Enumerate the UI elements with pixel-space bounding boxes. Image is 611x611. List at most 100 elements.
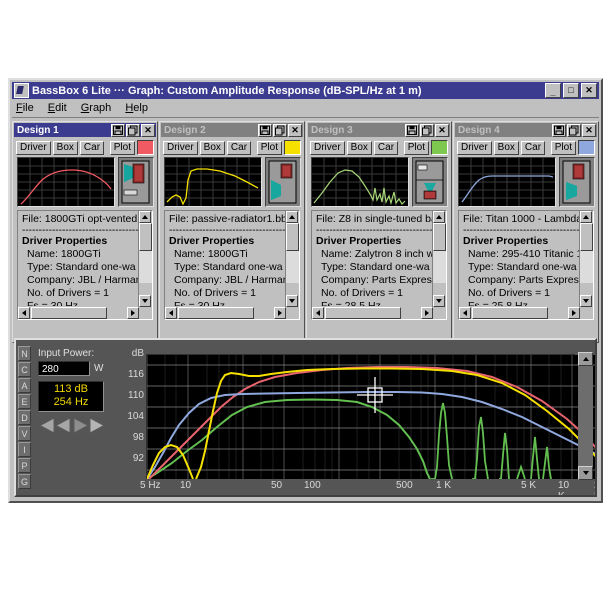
h-scroll-thumb[interactable] (31, 307, 107, 319)
save-button[interactable] (111, 123, 125, 137)
scroll-thumb[interactable] (433, 223, 446, 251)
h-scroll-thumb[interactable] (325, 307, 401, 319)
driver-button[interactable]: Driver (163, 140, 198, 155)
enclosure-icon-2[interactable] (265, 157, 301, 207)
menu-item-graph[interactable]: Graph (81, 102, 112, 114)
close-design-button[interactable]: ✕ (582, 123, 596, 137)
graph-scroll-track[interactable] (578, 366, 593, 466)
h-scroll-thumb[interactable] (472, 307, 548, 319)
scroll-thumb[interactable] (139, 223, 152, 251)
design-window-2[interactable]: Design 2 ✕ Driver Box Car Plot File: pas… (159, 121, 305, 343)
scroll-left-button[interactable] (18, 307, 30, 319)
scroll-track[interactable] (433, 223, 446, 283)
scroll-thumb[interactable] (580, 223, 593, 251)
driver-button[interactable]: Driver (16, 140, 51, 155)
scroll-down-button[interactable] (139, 295, 151, 307)
graph-mode-button-c[interactable]: C (18, 362, 31, 377)
mini-chart-2[interactable] (164, 157, 262, 207)
graph-mode-button-d[interactable]: D (18, 410, 31, 425)
box-button[interactable]: Box (346, 140, 372, 155)
scroll-track[interactable] (139, 223, 152, 283)
vertical-scrollbar[interactable] (579, 211, 593, 307)
maximize-button[interactable]: □ (563, 83, 579, 98)
vertical-scrollbar[interactable] (138, 211, 152, 307)
copy-button[interactable] (567, 123, 581, 137)
copy-button[interactable] (273, 123, 287, 137)
close-design-button[interactable]: ✕ (141, 123, 155, 137)
horizontal-scrollbar[interactable] (459, 307, 580, 319)
scroll-right-button[interactable] (421, 307, 433, 319)
graph-mode-button-a[interactable]: A (18, 378, 31, 393)
box-button[interactable]: Box (52, 140, 78, 155)
scroll-left-button[interactable] (312, 307, 324, 319)
graph-mode-button-i[interactable]: I (18, 442, 31, 457)
scroll-up-button[interactable] (139, 211, 151, 223)
scroll-up-button[interactable] (580, 211, 592, 223)
driver-button[interactable]: Driver (457, 140, 492, 155)
design-3-properties-box[interactable]: File: Z8 in single-tuned bandp ---------… (311, 210, 447, 320)
scroll-thumb[interactable] (286, 223, 299, 251)
car-button[interactable]: Car (79, 140, 105, 155)
box-button[interactable]: Box (199, 140, 225, 155)
enclosure-icon-3[interactable] (412, 157, 448, 207)
close-design-button[interactable]: ✕ (435, 123, 449, 137)
scroll-right-button[interactable] (127, 307, 139, 319)
design-4-properties-box[interactable]: File: Titan 1000 - Lambda 15I ----------… (458, 210, 594, 320)
graph-mode-button-p[interactable]: P (18, 458, 31, 473)
menu-item-edit[interactable]: Edit (48, 102, 67, 114)
scroll-down-button[interactable] (580, 295, 592, 307)
horizontal-scrollbar[interactable] (165, 307, 286, 319)
plot-color-swatch[interactable] (431, 140, 448, 155)
save-button[interactable] (405, 123, 419, 137)
graph-mode-button-n[interactable]: N (18, 346, 31, 361)
plot-color-swatch[interactable] (137, 140, 154, 155)
input-power-field[interactable]: 280 (38, 361, 90, 376)
close-design-button[interactable]: ✕ (288, 123, 302, 137)
car-button[interactable]: Car (226, 140, 252, 155)
copy-button[interactable] (126, 123, 140, 137)
plot-color-swatch[interactable] (578, 140, 595, 155)
scroll-left-button[interactable] (459, 307, 471, 319)
vertical-scrollbar[interactable] (285, 211, 299, 307)
mini-chart-4[interactable] (458, 157, 556, 207)
scroll-down-button[interactable] (286, 295, 298, 307)
scroll-up-button[interactable] (286, 211, 298, 223)
mini-chart-1[interactable] (17, 157, 115, 207)
scroll-right-button[interactable] (568, 307, 580, 319)
scroll-left-button[interactable] (165, 307, 177, 319)
enclosure-icon-1[interactable] (118, 157, 154, 207)
mini-chart-3[interactable] (311, 157, 409, 207)
graph-mode-button-e[interactable]: E (18, 394, 31, 409)
scroll-track[interactable] (286, 223, 299, 283)
plot-color-swatch[interactable] (284, 140, 301, 155)
design-window-4[interactable]: Design 4 ✕ Driver Box Car Plot File: Tit… (453, 121, 599, 343)
graph-mode-button-v[interactable]: V (18, 426, 31, 441)
plot-button[interactable]: Plot (550, 140, 576, 155)
design-2-properties-box[interactable]: File: passive-radiator1.bb6 ------------… (164, 210, 300, 320)
minimize-button[interactable]: _ (545, 83, 561, 98)
graph-scroll-down-button[interactable] (578, 466, 593, 480)
scroll-up-button[interactable] (433, 211, 445, 223)
scroll-right-button[interactable] (274, 307, 286, 319)
scroll-track[interactable] (580, 223, 593, 283)
graph-mode-button-g[interactable]: G (18, 474, 31, 489)
graph-scroll-up-button[interactable] (578, 352, 593, 366)
save-button[interactable] (552, 123, 566, 137)
horizontal-scrollbar[interactable] (312, 307, 433, 319)
save-button[interactable] (258, 123, 272, 137)
design-window-1[interactable]: Design 1 ✕ Driver Box Car Plot File: 180… (12, 121, 158, 343)
close-button[interactable]: ✕ (581, 83, 597, 98)
copy-button[interactable] (420, 123, 434, 137)
plot-button[interactable]: Plot (403, 140, 429, 155)
h-scroll-thumb[interactable] (178, 307, 254, 319)
plot-button[interactable]: Plot (256, 140, 282, 155)
horizontal-scrollbar[interactable] (18, 307, 139, 319)
car-button[interactable]: Car (520, 140, 546, 155)
car-button[interactable]: Car (373, 140, 399, 155)
scroll-down-button[interactable] (433, 295, 445, 307)
enclosure-icon-4[interactable] (559, 157, 595, 207)
menu-item-help[interactable]: Help (125, 102, 148, 114)
design-1-properties-box[interactable]: File: 1800GTi opt-vented.bb6 -----------… (17, 210, 153, 320)
plot-button[interactable]: Plot (109, 140, 135, 155)
box-button[interactable]: Box (493, 140, 519, 155)
